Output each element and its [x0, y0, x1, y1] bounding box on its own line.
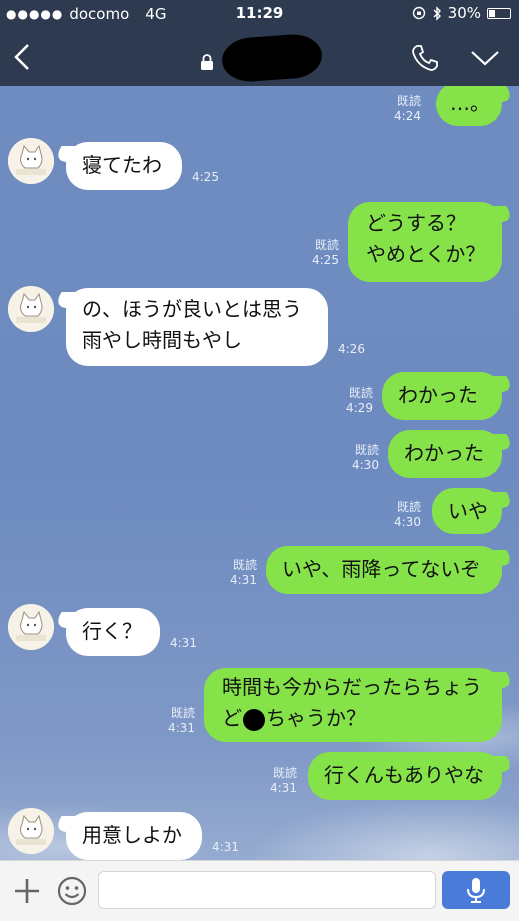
message-time: 4:30	[352, 458, 379, 472]
voice-input-button[interactable]	[442, 871, 510, 909]
message-bubble-incoming[interactable]: 行く？	[66, 608, 160, 656]
message-meta: 既読 4:31	[168, 706, 195, 736]
message-bubble-outgoing[interactable]: いや	[432, 488, 502, 534]
cat-avatar-icon	[8, 808, 54, 854]
message-time: 4:31	[170, 636, 197, 650]
message-text: …。	[450, 91, 490, 115]
message-time: 4:26	[338, 342, 365, 356]
message-text: 寝てたわ	[82, 153, 162, 177]
message-text: 行く？	[82, 619, 142, 643]
message-text-fragment: ちゃうか？	[266, 706, 366, 730]
read-receipt: 既読	[170, 706, 195, 720]
cat-avatar-icon	[8, 138, 54, 184]
status-bar: ●●●●● docomo 4G 11:29 30%	[0, 0, 519, 28]
avatar[interactable]	[8, 604, 54, 650]
message-bubble-outgoing[interactable]: どうする？ やめとくか？	[348, 202, 502, 282]
message-text-line: 雨やし時間もやし	[82, 328, 242, 352]
chat-message-list[interactable]: 既読 4:24 …。 寝てたわ 4:25 既読 4:25 どうする？ やめとくか…	[0, 86, 519, 860]
message-time: 4:29	[346, 401, 373, 415]
read-receipt: 既読	[396, 94, 421, 108]
chat-title	[200, 32, 324, 84]
message-input[interactable]	[98, 871, 436, 909]
read-receipt: 既読	[272, 766, 297, 780]
message-text: わかった	[404, 441, 484, 465]
orientation-lock-icon	[412, 6, 425, 20]
message-time: 4:31	[230, 573, 257, 587]
plus-icon[interactable]	[12, 876, 42, 906]
message-time: 4:31	[168, 721, 195, 735]
read-receipt: 既読	[232, 558, 257, 572]
message-bubble-outgoing[interactable]: 時間も今からだったらちょう どちゃうか？	[204, 668, 502, 742]
message-text: わかった	[398, 383, 478, 407]
microphone-icon	[467, 878, 485, 903]
avatar[interactable]	[8, 286, 54, 332]
message-text-line: やめとくか？	[366, 242, 486, 266]
message-text: 用意しよか	[82, 823, 182, 847]
message-meta: 既読 4:31	[230, 558, 257, 588]
message-bubble-incoming[interactable]: 用意しよか	[66, 812, 202, 860]
message-text: いや、雨降ってないぞ	[282, 557, 481, 581]
message-time: 4:31	[212, 840, 239, 854]
message-meta: 既読 4:25	[312, 238, 339, 268]
message-text-line: どちゃうか？	[222, 703, 484, 734]
read-receipt: 既読	[396, 500, 421, 514]
message-bubble-outgoing[interactable]: 行くんもありやな	[308, 752, 502, 800]
cat-avatar-icon	[8, 604, 54, 650]
message-time: 4:31	[270, 781, 297, 795]
bluetooth-icon	[433, 5, 441, 21]
redaction-blot	[243, 708, 265, 731]
battery-percent: 30%	[447, 4, 481, 22]
avatar[interactable]	[8, 138, 54, 184]
phone-icon[interactable]	[409, 42, 441, 74]
message-meta: 既読 4:31	[270, 766, 297, 796]
message-bubble-outgoing[interactable]: いや、雨降ってないぞ	[266, 546, 502, 594]
message-meta: 既読 4:29	[346, 386, 373, 416]
message-input-bar	[0, 860, 519, 921]
message-text: 行くんもありやな	[324, 763, 484, 787]
message-text-fragment: ど	[222, 706, 242, 730]
message-time: 4:25	[192, 170, 219, 184]
battery-icon	[487, 7, 511, 19]
message-bubble-outgoing[interactable]: わかった	[382, 372, 502, 420]
lock-icon	[201, 53, 213, 70]
message-bubble-outgoing[interactable]: わかった	[388, 430, 502, 478]
message-time: 4:25	[312, 253, 339, 267]
message-text-line: どうする？	[366, 211, 466, 235]
read-receipt: 既読	[314, 238, 339, 252]
redacted-contact-name	[220, 32, 324, 84]
message-time: 4:30	[394, 515, 421, 529]
cat-avatar-icon	[8, 286, 54, 332]
message-meta: 既読 4:24	[394, 94, 421, 124]
message-bubble-incoming[interactable]: 寝てたわ	[66, 142, 182, 190]
message-bubble-outgoing[interactable]: …。	[436, 86, 502, 126]
message-meta: 既読 4:30	[352, 443, 379, 473]
message-meta: 既読 4:30	[394, 500, 421, 530]
message-text-line: の、ほうが良いとは思う	[82, 297, 302, 321]
message-text-line: 時間も今からだったらちょう	[222, 675, 482, 699]
emoji-icon[interactable]	[56, 875, 88, 907]
message-text: いや	[448, 499, 488, 523]
chat-header	[0, 28, 519, 86]
message-bubble-incoming[interactable]: の、ほうが良いとは思う 雨やし時間もやし	[66, 288, 328, 366]
avatar[interactable]	[8, 808, 54, 854]
chevron-down-icon[interactable]	[469, 46, 501, 70]
message-time: 4:24	[394, 109, 421, 123]
chevron-left-icon[interactable]	[8, 40, 38, 74]
read-receipt: 既読	[348, 386, 373, 400]
read-receipt: 既読	[354, 443, 379, 457]
